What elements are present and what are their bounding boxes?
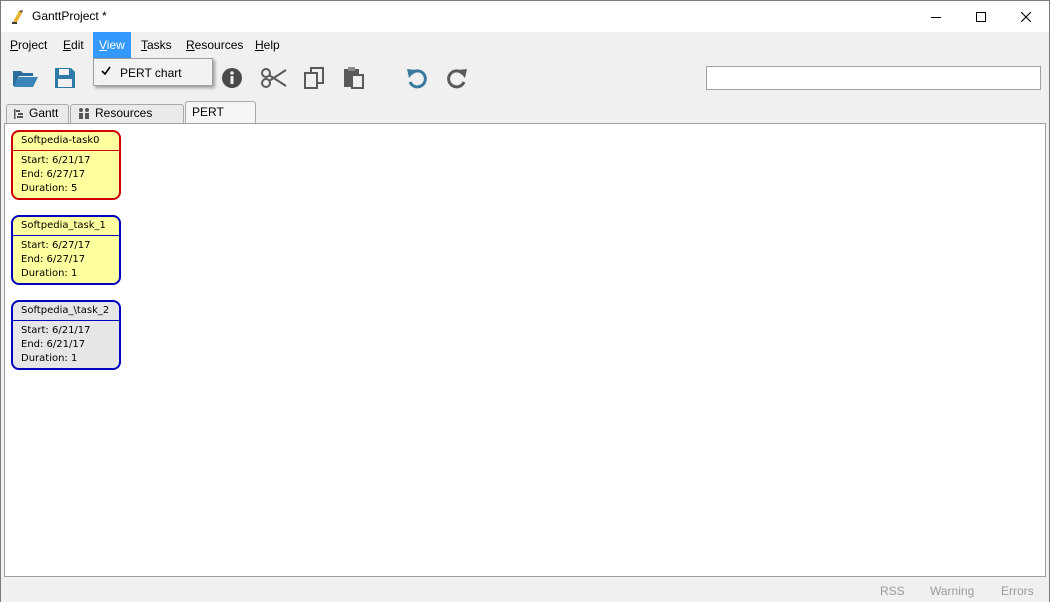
tab-gantt-label: Gantt xyxy=(29,106,59,120)
pert-node[interactable]: Softpedia_\task_2 Start: 6/21/17 End: 6/… xyxy=(11,300,121,370)
pert-node-duration: Duration: 1 xyxy=(21,268,78,279)
minimize-button[interactable] xyxy=(913,1,959,32)
tab-gantt[interactable]: Gantt xyxy=(6,104,69,123)
view-menu-dropdown: PERT chart xyxy=(93,58,213,86)
tab-pert-chart[interactable]: PERT chart xyxy=(185,101,256,139)
menu-resources[interactable]: Resources xyxy=(186,32,243,58)
view-tabs: Gantt Resources Chart PERT chart xyxy=(1,101,1049,139)
status-warning[interactable]: Warning xyxy=(930,584,974,598)
menu-help[interactable]: Help xyxy=(255,32,280,58)
copy-icon[interactable] xyxy=(302,66,328,90)
maximize-button[interactable] xyxy=(958,1,1004,32)
pert-node-duration: Duration: 1 xyxy=(21,353,78,364)
gantt-icon xyxy=(14,109,23,119)
menu-item-pert-chart-label: PERT chart xyxy=(120,66,182,80)
pert-node-end: End: 6/21/17 xyxy=(21,339,86,350)
menu-view[interactable]: View xyxy=(93,32,131,58)
info-icon[interactable] xyxy=(220,66,246,90)
pert-node-duration: Duration: 5 xyxy=(21,183,78,194)
paste-icon[interactable] xyxy=(342,66,368,90)
window-title: GanttProject * xyxy=(32,9,107,23)
pert-node-start: Start: 6/27/17 xyxy=(21,240,91,251)
pert-node-start: Start: 6/21/17 xyxy=(21,325,91,336)
pert-node-title: Softpedia_\task_2 xyxy=(13,302,119,321)
title-bar: GanttProject * xyxy=(1,1,1049,32)
menu-project[interactable]: Project xyxy=(10,32,47,58)
app-window: GanttProject * Project Edit View Tasks R… xyxy=(0,0,1050,602)
checkmark-icon xyxy=(101,65,111,80)
pert-chart-canvas[interactable]: Softpedia-task0 Start: 6/21/17 End: 6/27… xyxy=(4,123,1046,577)
pert-node[interactable]: Softpedia-task0 Start: 6/21/17 End: 6/27… xyxy=(11,130,121,200)
undo-icon[interactable] xyxy=(405,66,431,90)
menu-tasks[interactable]: Tasks xyxy=(141,32,172,58)
redo-icon[interactable] xyxy=(445,66,471,90)
tab-resources-chart[interactable]: Resources Chart xyxy=(70,104,184,137)
open-folder-icon[interactable] xyxy=(11,66,38,90)
ganttproject-logo-icon xyxy=(10,9,26,25)
status-rss[interactable]: RSS xyxy=(880,584,905,598)
status-bar: RSS Warning Errors xyxy=(1,580,1049,602)
menu-edit[interactable]: Edit xyxy=(63,32,84,58)
status-errors[interactable]: Errors xyxy=(1001,584,1034,598)
pert-node-title: Softpedia-task0 xyxy=(13,132,119,151)
save-icon[interactable] xyxy=(53,66,79,90)
menu-item-pert-chart[interactable]: PERT chart xyxy=(94,59,212,85)
pert-node-end: End: 6/27/17 xyxy=(21,254,86,265)
menu-bar: Project Edit View Tasks Resources Help xyxy=(1,32,1049,58)
close-button[interactable] xyxy=(1003,1,1049,32)
pert-node-end: End: 6/27/17 xyxy=(21,169,86,180)
cut-icon[interactable] xyxy=(260,66,287,90)
search-input[interactable] xyxy=(706,66,1041,90)
pert-node-title: Softpedia_task_1 xyxy=(13,217,119,236)
pert-node-start: Start: 6/21/17 xyxy=(21,155,91,166)
pert-node[interactable]: Softpedia_task_1 Start: 6/27/17 End: 6/2… xyxy=(11,215,121,285)
resources-icon xyxy=(79,108,89,119)
